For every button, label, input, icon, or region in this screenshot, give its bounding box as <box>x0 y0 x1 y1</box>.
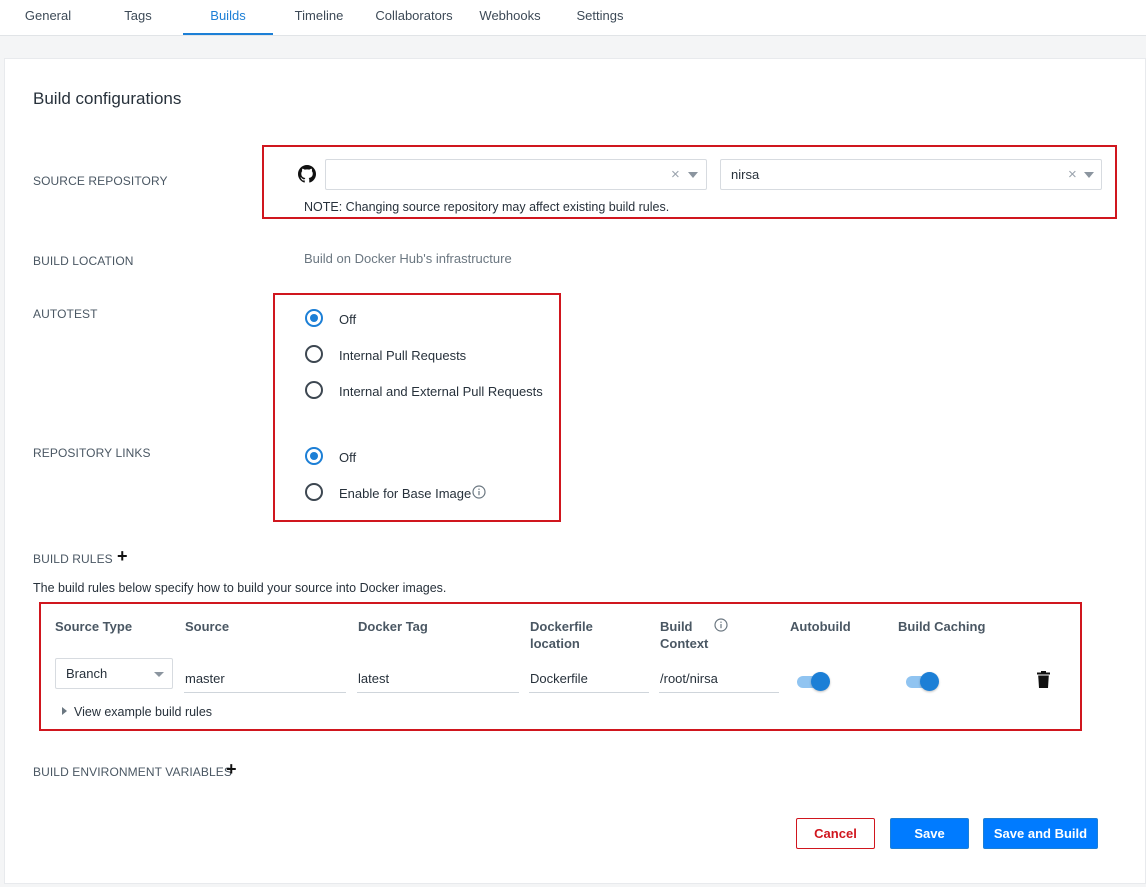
column-header-source: Source <box>185 619 230 634</box>
cancel-button[interactable]: Cancel <box>796 818 875 849</box>
column-header-source-type: Source Type <box>55 619 133 634</box>
repository-links-label: REPOSITORY LINKS <box>33 446 151 460</box>
column-header-autobuild: Autobuild <box>790 619 851 634</box>
save-button[interactable]: Save <box>890 818 969 849</box>
autotest-internal-external-pr-label: Internal and External Pull Requests <box>339 384 543 399</box>
autotest-off-radio[interactable] <box>305 309 323 327</box>
tab-webhooks[interactable]: Webhooks <box>472 0 548 35</box>
repository-links-base-image-radio[interactable] <box>305 483 323 501</box>
column-header-dockerfile-location: Dockerfile location <box>530 619 593 651</box>
source-type-value: Branch <box>66 666 108 681</box>
clear-icon[interactable]: × <box>1068 166 1077 183</box>
info-icon[interactable] <box>714 618 728 632</box>
autotest-internal-pr-label: Internal Pull Requests <box>339 348 467 363</box>
column-header-build-context: Build Context <box>660 619 709 651</box>
build-rules-description: The build rules below specify how to bui… <box>33 581 447 595</box>
tab-general[interactable]: General <box>12 0 84 35</box>
page-title: Build configurations <box>33 89 182 108</box>
tab-timeline[interactable]: Timeline <box>285 0 353 35</box>
repository-links-off-radio[interactable] <box>305 447 323 465</box>
chevron-down-icon[interactable] <box>154 672 164 677</box>
source-repository-note: NOTE: Changing source repository may aff… <box>304 200 670 214</box>
autotest-off-label: Off <box>339 312 357 327</box>
build-context-input[interactable]: /root/nirsa <box>659 663 779 693</box>
source-type-select[interactable]: Branch <box>55 658 173 689</box>
autotest-internal-pr-radio[interactable] <box>305 345 323 363</box>
autotest-internal-external-pr-radio[interactable] <box>305 381 323 399</box>
save-and-build-button[interactable]: Save and Build <box>983 818 1098 849</box>
clear-icon[interactable]: × <box>671 166 680 183</box>
build-rules-label: BUILD RULES <box>33 552 113 566</box>
info-icon[interactable] <box>472 485 486 499</box>
trash-icon[interactable] <box>1037 671 1050 688</box>
build-caching-toggle[interactable] <box>906 671 939 691</box>
autobuild-toggle[interactable] <box>797 671 830 691</box>
view-example-build-rules-link[interactable]: View example build rules <box>62 705 212 719</box>
repository-tabs: General Tags Builds Timeline Collaborato… <box>0 0 1146 36</box>
source-input[interactable]: master <box>184 663 346 693</box>
repository-links-off-label: Off <box>339 450 357 465</box>
add-build-rule-plus-icon[interactable]: + <box>117 547 128 565</box>
column-header-docker-tag: Docker Tag <box>358 619 428 634</box>
caret-right-icon <box>62 707 67 715</box>
dockerfile-location-input[interactable]: Dockerfile <box>529 663 649 693</box>
docker-tag-input[interactable]: latest <box>357 663 519 693</box>
repository-links-base-image-label: Enable for Base Image <box>339 486 472 501</box>
chevron-down-icon[interactable] <box>688 172 698 178</box>
column-header-build-caching: Build Caching <box>898 619 986 634</box>
source-repository-label: SOURCE REPOSITORY <box>33 174 168 188</box>
repository-select[interactable]: nirsa × <box>720 159 1102 190</box>
repository-select-value: nirsa <box>731 167 760 182</box>
tab-tags[interactable]: Tags <box>106 0 170 35</box>
tab-settings[interactable]: Settings <box>566 0 634 35</box>
chevron-down-icon[interactable] <box>1084 172 1094 178</box>
view-example-build-rules-label: View example build rules <box>74 705 213 719</box>
build-environment-variables-label: BUILD ENVIRONMENT VARIABLES <box>33 765 232 779</box>
organization-select[interactable]: × <box>325 159 707 190</box>
build-location-value: Build on Docker Hub's infrastructure <box>304 251 512 266</box>
autotest-label: AUTOTEST <box>33 307 98 321</box>
github-icon <box>298 165 316 183</box>
tab-collaborators[interactable]: Collaborators <box>370 0 458 35</box>
tab-builds[interactable]: Builds <box>183 0 273 35</box>
build-location-label: BUILD LOCATION <box>33 254 134 268</box>
add-environment-variable-plus-icon[interactable]: + <box>226 760 237 778</box>
